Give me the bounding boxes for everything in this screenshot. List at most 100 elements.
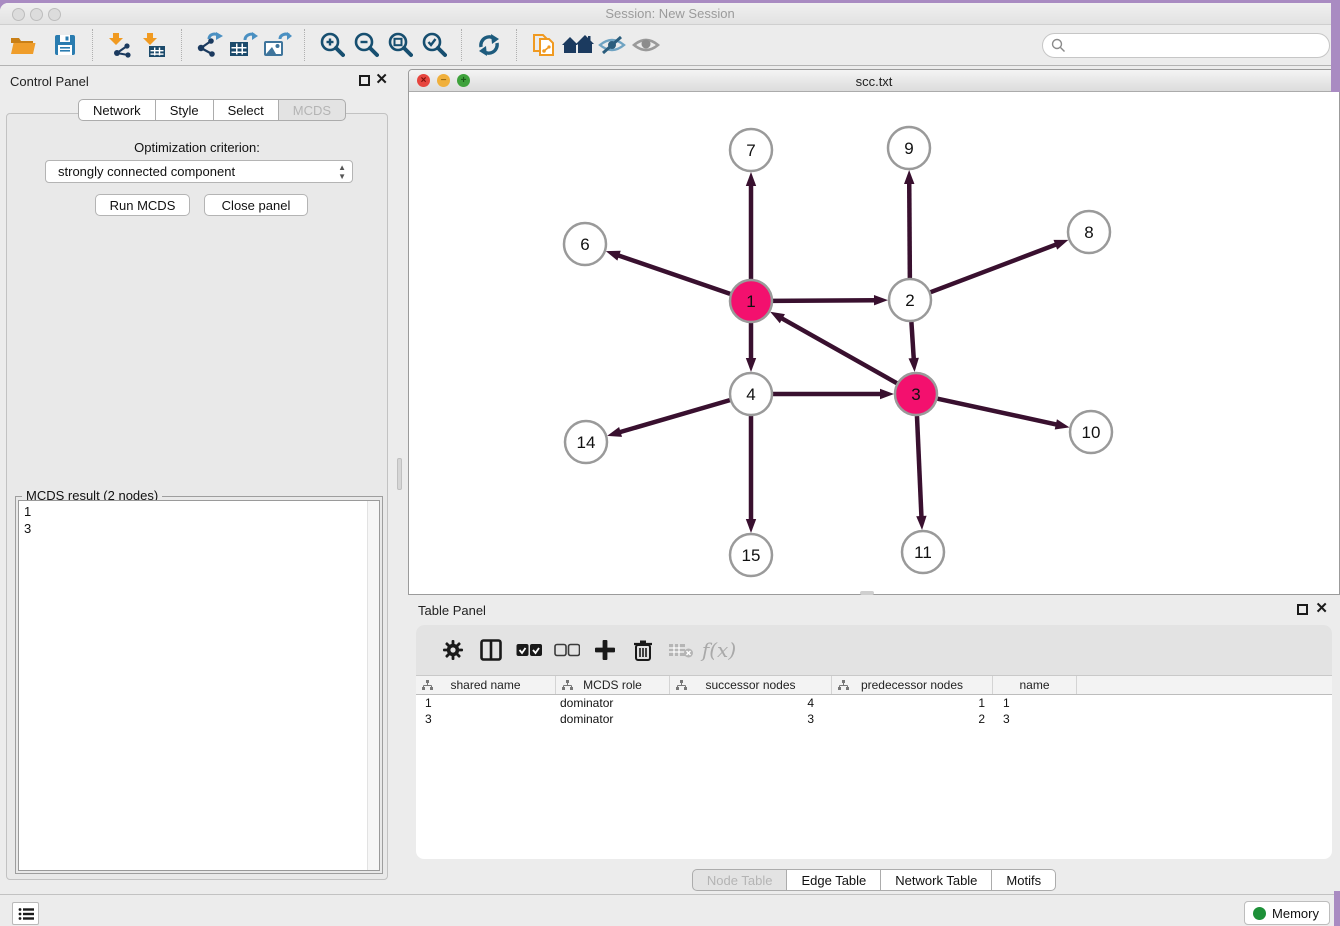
delete-table-button[interactable]: [662, 633, 700, 667]
export-network-button[interactable]: [192, 28, 226, 62]
zoom-selected-icon: [421, 32, 447, 58]
table-row[interactable]: 3dominator323: [416, 711, 1332, 727]
memory-button[interactable]: Memory: [1244, 901, 1330, 925]
node-label: 3: [911, 385, 920, 404]
mcds-result-text[interactable]: 1 3: [18, 500, 380, 871]
export-image-icon: [262, 32, 292, 58]
network-window-titlebar[interactable]: × − + scc.txt: [409, 70, 1339, 92]
close-table-panel-icon[interactable]: ✕: [1315, 601, 1328, 617]
close-panel-button[interactable]: Close panel: [204, 194, 308, 216]
export-image-button[interactable]: [260, 28, 294, 62]
table-cell[interactable]: 3: [416, 711, 556, 727]
zoom-in-icon: [319, 32, 345, 58]
node-label: 8: [1084, 223, 1093, 242]
tree-icon: [838, 680, 849, 691]
table-cell[interactable]: 3: [670, 711, 832, 727]
function-builder-button[interactable]: f(x): [700, 633, 738, 667]
export-table-button[interactable]: [226, 28, 260, 62]
table-cell[interactable]: 1: [416, 695, 556, 711]
table-cell[interactable]: 3: [993, 711, 1077, 727]
table-cell[interactable]: 4: [670, 695, 832, 711]
zoom-out-button[interactable]: [349, 28, 383, 62]
refresh-button[interactable]: [472, 28, 506, 62]
task-history-button[interactable]: [12, 902, 39, 925]
open-session-button[interactable]: [6, 28, 40, 62]
application-window: Session: New Session: [0, 3, 1340, 926]
zoom-in-button[interactable]: [315, 28, 349, 62]
column-header-shared-name[interactable]: shared name: [416, 676, 556, 694]
table-cell[interactable]: dominator: [556, 695, 670, 711]
graph-edge-3-1[interactable]: [781, 318, 897, 384]
graph-edge-2-9[interactable]: [909, 182, 910, 278]
home-button[interactable]: [561, 28, 595, 62]
tab-motifs[interactable]: Motifs: [992, 869, 1056, 891]
select-all-columns-button[interactable]: [510, 633, 548, 667]
float-panel-icon[interactable]: [359, 75, 370, 86]
import-network-button[interactable]: [103, 28, 137, 62]
edge-arrowhead: [880, 389, 894, 399]
copy-network-button[interactable]: [527, 28, 561, 62]
show-details-button[interactable]: [629, 28, 663, 62]
graph-edge-2-3[interactable]: [911, 322, 913, 360]
float-table-panel-icon[interactable]: [1297, 604, 1308, 615]
column-header-successor-nodes[interactable]: successor nodes: [670, 676, 832, 694]
horizontal-splitter-handle[interactable]: [860, 591, 874, 595]
table-cell[interactable]: 2: [832, 711, 993, 727]
table-cell[interactable]: 1: [832, 695, 993, 711]
add-column-button[interactable]: [586, 633, 624, 667]
status-bar: Memory: [0, 894, 1340, 926]
save-session-button[interactable]: [48, 28, 82, 62]
tab-style[interactable]: Style: [156, 99, 214, 121]
graph-edge-3-10[interactable]: [937, 399, 1057, 425]
graph-edge-1-2[interactable]: [773, 300, 876, 301]
panel-splitter-handle[interactable]: [397, 458, 402, 490]
unchecked-boxes-icon: [554, 643, 580, 657]
node-table: shared nameMCDS rolesuccessor nodesprede…: [416, 675, 1332, 727]
tab-select[interactable]: Select: [214, 99, 279, 121]
import-network-icon: [107, 32, 133, 58]
zoom-fit-button[interactable]: [383, 28, 417, 62]
save-icon: [54, 34, 76, 56]
toolbar-separator: [461, 29, 462, 61]
desktop-strip-bottom-right: [1334, 891, 1340, 926]
tab-network-table[interactable]: Network Table: [881, 869, 992, 891]
table-panel-header: Table Panel ✕: [408, 595, 1340, 623]
column-header-name[interactable]: name: [993, 676, 1077, 694]
tab-network[interactable]: Network: [78, 99, 156, 121]
tree-icon: [676, 680, 687, 691]
table-row[interactable]: 1dominator411: [416, 695, 1332, 711]
import-table-button[interactable]: [137, 28, 171, 62]
criterion-dropdown[interactable]: strongly connected component ▲▼: [45, 160, 353, 183]
settings-button[interactable]: [434, 633, 472, 667]
table-cell[interactable]: 1: [993, 695, 1077, 711]
split-view-button[interactable]: [472, 633, 510, 667]
graph-edge-1-6[interactable]: [617, 255, 730, 294]
tab-mcds[interactable]: MCDS: [279, 99, 346, 121]
table-cell[interactable]: dominator: [556, 711, 670, 727]
delete-column-button[interactable]: [624, 633, 662, 667]
hide-details-button[interactable]: [595, 28, 629, 62]
search-input[interactable]: [1066, 38, 1329, 53]
desktop-strip-top: [0, 0, 1340, 3]
run-mcds-button[interactable]: Run MCDS: [95, 194, 190, 216]
network-canvas[interactable]: 7968124314101511: [409, 92, 1339, 595]
eye-icon: [632, 34, 660, 56]
edge-arrowhead: [607, 427, 622, 437]
trash-icon: [633, 639, 653, 661]
app-titlebar: Session: New Session: [0, 3, 1340, 25]
graph-edge-2-8[interactable]: [931, 244, 1058, 292]
tab-edge-table[interactable]: Edge Table: [787, 869, 881, 891]
result-scrollbar[interactable]: [367, 501, 379, 870]
column-header-predecessor-nodes[interactable]: predecessor nodes: [832, 676, 993, 694]
table-toolbar: f(x): [416, 625, 1332, 675]
node-label: 6: [580, 235, 589, 254]
zoom-selected-button[interactable]: [417, 28, 451, 62]
unselect-all-columns-button[interactable]: [548, 633, 586, 667]
close-panel-icon[interactable]: ✕: [375, 72, 388, 88]
zoom-out-icon: [353, 32, 379, 58]
tab-node-table[interactable]: Node Table: [692, 869, 788, 891]
column-header-MCDS-role[interactable]: MCDS role: [556, 676, 670, 694]
column-header-filler: [1077, 676, 1332, 694]
graph-edge-4-14[interactable]: [619, 400, 730, 432]
graph-edge-3-11[interactable]: [917, 416, 922, 518]
